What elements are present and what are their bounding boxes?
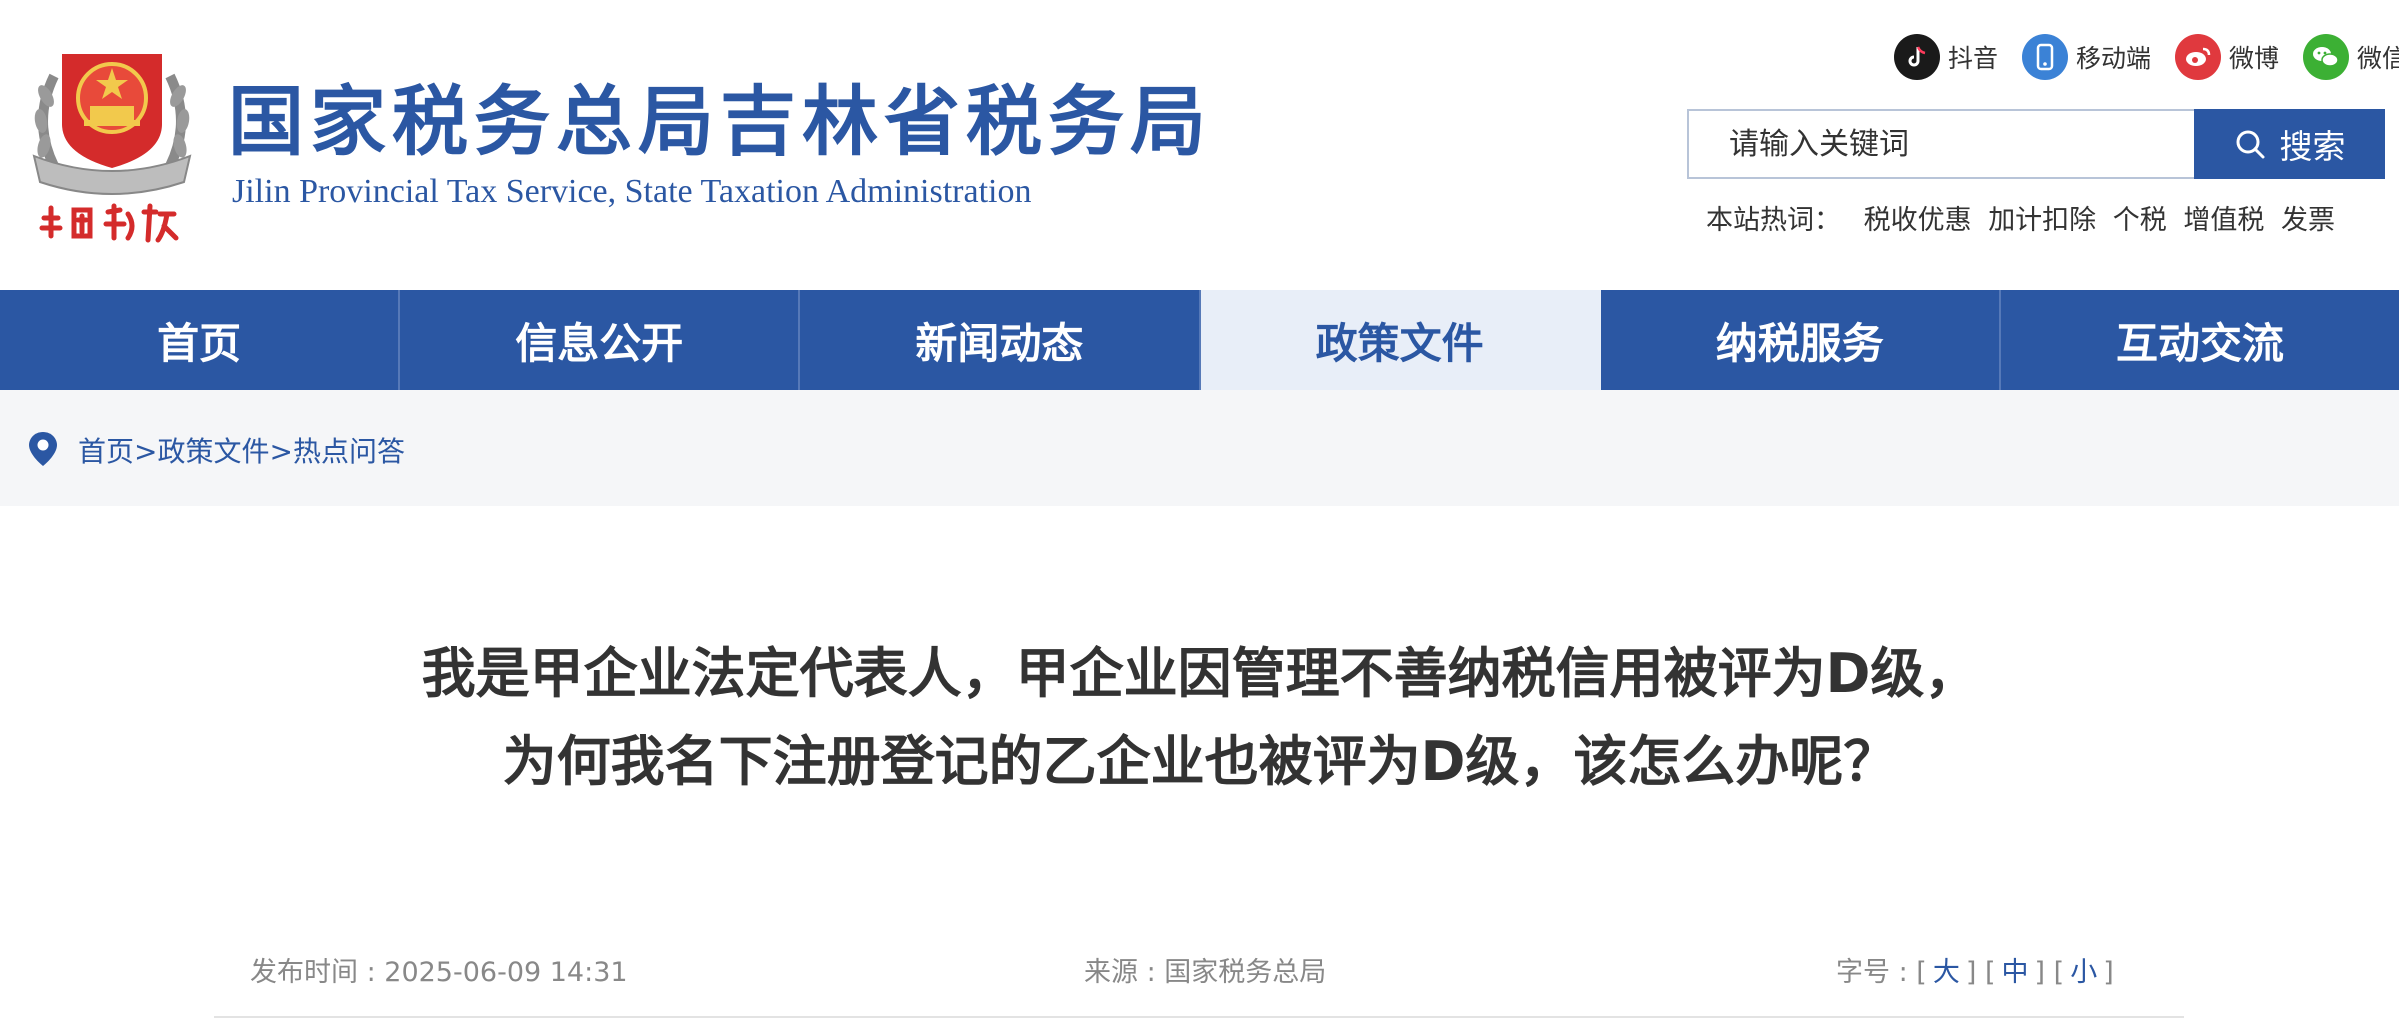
nav-item-info-disclosure[interactable]: 信息公开 — [400, 290, 801, 390]
wechat-icon — [2303, 34, 2350, 80]
weibo-icon — [2175, 34, 2222, 80]
search-field-wrapper — [1687, 109, 2194, 179]
font-size-medium[interactable]: 中 — [2002, 957, 2029, 988]
breadcrumb-separator: > — [269, 435, 293, 468]
article-source: 来源 : 国家税务总局 — [1084, 957, 1327, 988]
social-link-mobile[interactable]: 移动端 — [2022, 34, 2151, 80]
social-links: 抖音 移动端 微博 微信 — [1894, 34, 2399, 80]
breadcrumb-separator: > — [134, 435, 158, 468]
social-link-label: 抖音 — [1948, 44, 1999, 73]
nav-item-news[interactable]: 新闻动态 — [800, 290, 1201, 390]
site-subtitle: Jilin Provincial Tax Service, State Taxa… — [232, 173, 1032, 210]
search-icon — [2236, 130, 2264, 159]
font-size-switcher: 字号 : [大] [中] [小] — [1836, 950, 2114, 989]
font-size-large[interactable]: 大 — [1933, 957, 1960, 988]
bracket: [ — [2053, 957, 2065, 988]
location-pin-icon — [29, 432, 57, 466]
font-size-small[interactable]: 小 — [2070, 957, 2097, 988]
social-link-label: 微博 — [2229, 44, 2280, 73]
divider — [214, 1016, 2184, 1018]
social-link-weibo[interactable]: 微博 — [2175, 34, 2279, 80]
bracket: [ — [1984, 957, 1996, 988]
article-title-line: 为何我名下注册登记的乙企业也被评为D级，该怎么办呢？ — [502, 730, 1898, 793]
social-link-douyin[interactable]: 抖音 — [1894, 34, 1998, 80]
breadcrumb-policy-documents[interactable]: 政策文件 — [157, 435, 269, 468]
social-link-label: 移动端 — [2076, 44, 2152, 73]
main-nav: 首页 信息公开 新闻动态 政策文件 纳税服务 互动交流 — [0, 290, 2399, 390]
bracket: ] — [2103, 957, 2114, 988]
hot-words: 本站热词： 税收优惠 加计扣除 个税 增值税 发票 — [1706, 198, 2343, 237]
site-title: 国家税务总局吉林省税务局 — [228, 77, 1212, 166]
article-title-line: 我是甲企业法定代表人，甲企业因管理不善纳税信用被评为D级， — [421, 642, 1979, 705]
hot-word-link[interactable]: 个税 — [2113, 205, 2167, 236]
social-link-wechat[interactable]: 微信 — [2303, 34, 2399, 80]
nav-item-home[interactable]: 首页 — [0, 290, 401, 390]
hot-word-link[interactable]: 税收优惠 — [1864, 205, 1972, 236]
breadcrumb-bar: 首页>政策文件>热点问答 — [0, 390, 2399, 506]
article-title: 我是甲企业法定代表人，甲企业因管理不善纳税信用被评为D级， 为何我名下注册登记的… — [200, 630, 2200, 806]
hot-word-link[interactable]: 加计扣除 — [1988, 205, 2096, 236]
breadcrumb: 首页>政策文件>热点问答 — [78, 430, 405, 470]
nav-item-tax-services[interactable]: 纳税服务 — [1601, 290, 2001, 390]
mobile-icon — [2022, 34, 2069, 80]
search-input[interactable] — [1689, 111, 2194, 177]
nav-item-interaction[interactable]: 互动交流 — [2001, 290, 2399, 390]
breadcrumb-hot-qa[interactable]: 热点问答 — [293, 435, 405, 468]
font-size-label: 字号 : — [1836, 957, 1908, 988]
search-button[interactable]: 搜索 — [2194, 109, 2385, 179]
breadcrumb-home[interactable]: 首页 — [78, 435, 134, 468]
publish-time: 发布时间 : 2025-06-09 14:31 — [250, 957, 628, 988]
bracket: ] — [2034, 957, 2046, 988]
tax-emblem-logo — [24, 36, 200, 254]
nav-item-policy-documents[interactable]: 政策文件 — [1200, 290, 1601, 390]
tiktok-icon — [1894, 34, 1940, 80]
hot-words-label: 本站热词： — [1706, 205, 1841, 236]
hot-word-link[interactable]: 增值税 — [2183, 205, 2264, 236]
bracket: [ — [1916, 957, 1927, 988]
hot-word-link[interactable]: 发票 — [2281, 205, 2335, 236]
bracket: ] — [1965, 957, 1977, 988]
social-link-label: 微信 — [2357, 44, 2399, 73]
search-button-label: 搜索 — [2279, 127, 2346, 166]
